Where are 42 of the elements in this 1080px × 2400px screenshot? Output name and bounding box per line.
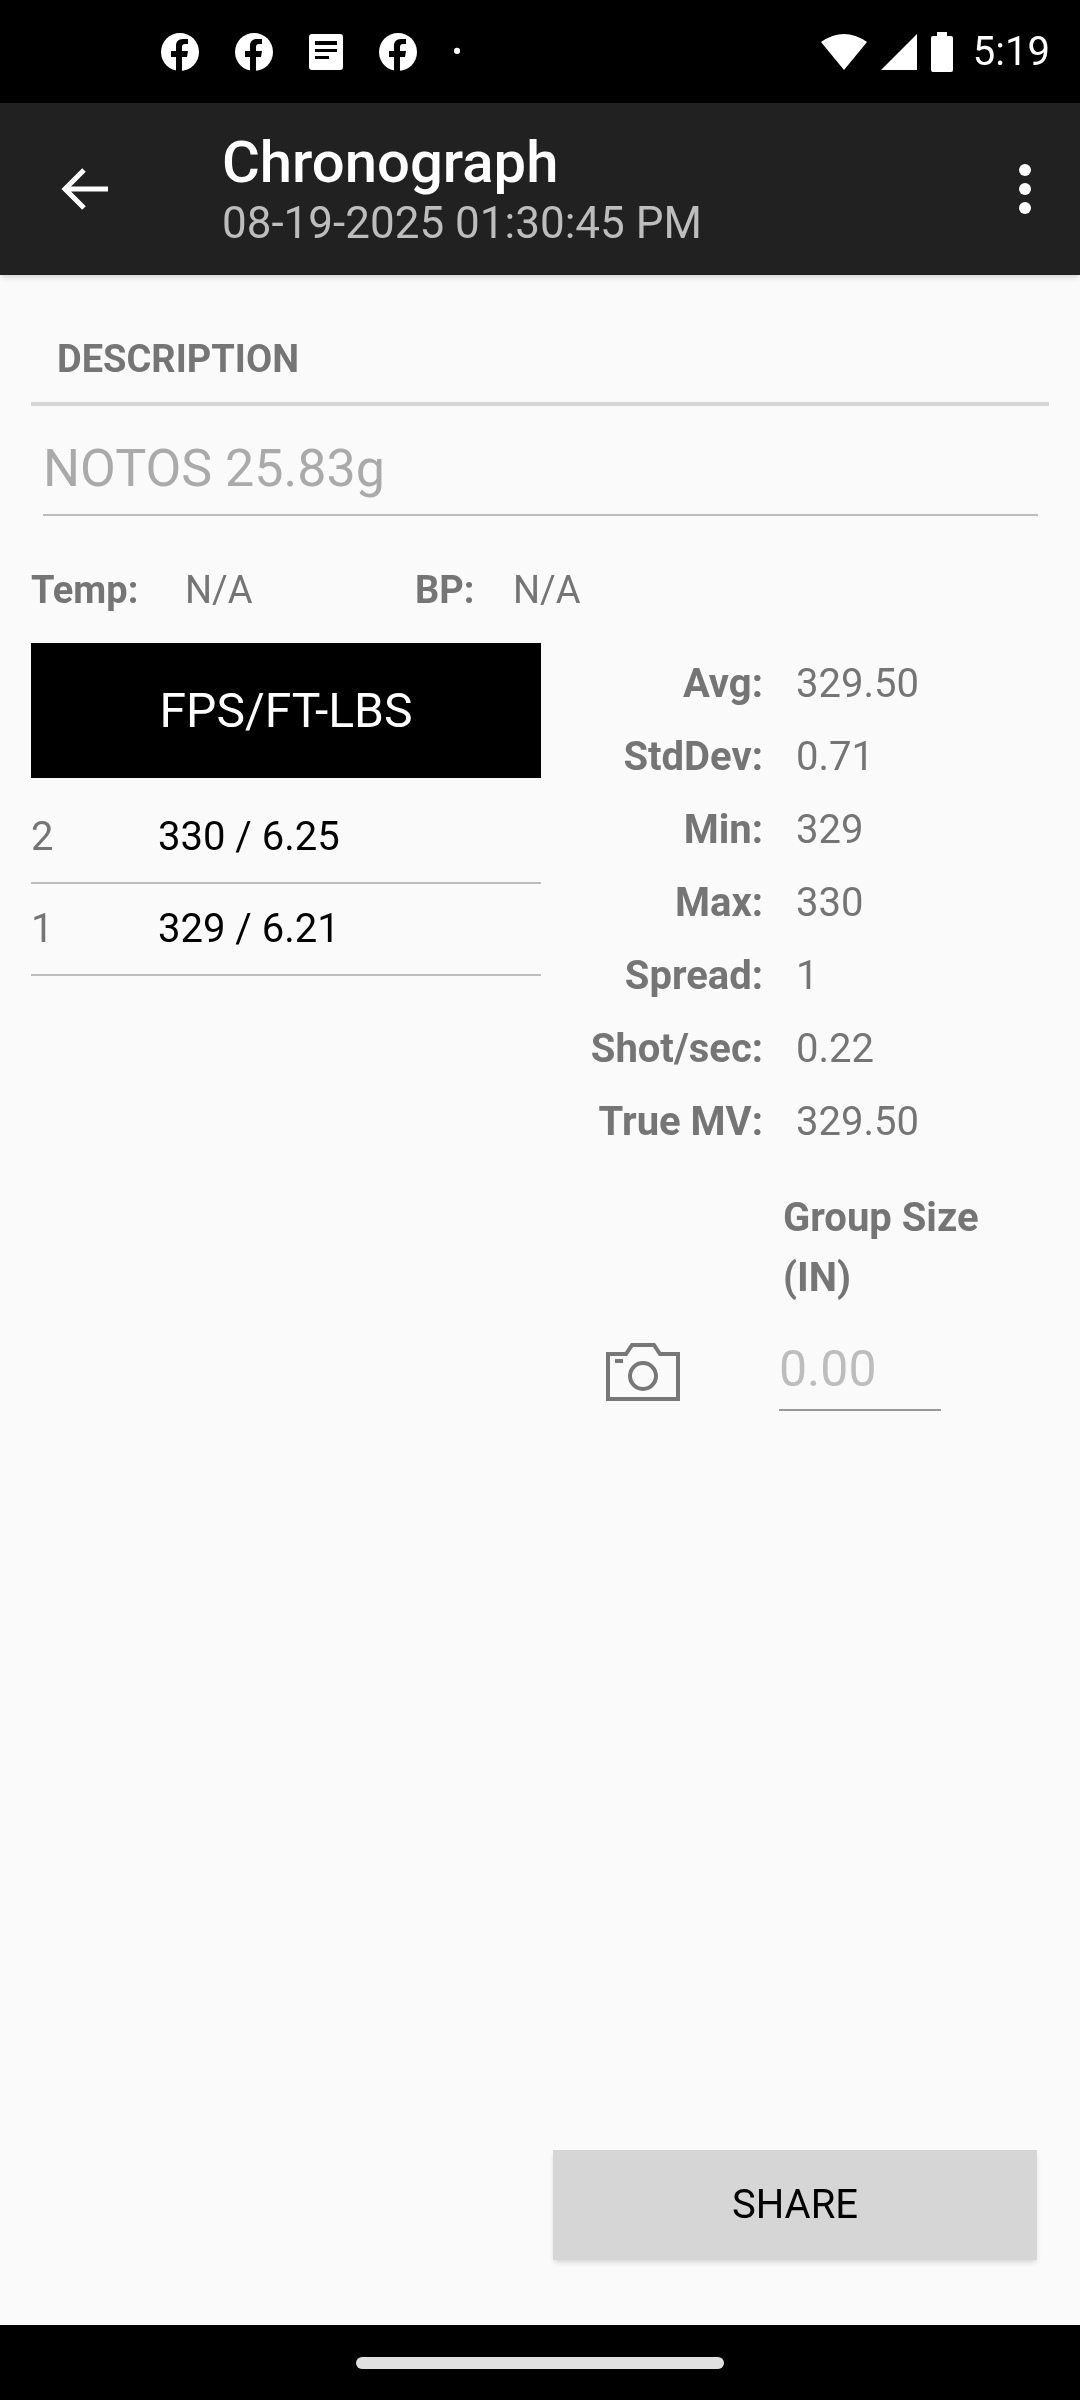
condition-label: Temp: [31, 567, 140, 614]
stat-value: 329 [796, 804, 864, 855]
camera-icon[interactable] [605, 1341, 681, 1402]
stat-value: 329.50 [796, 1096, 919, 1147]
group-size-field[interactable]: 0.00 [779, 1332, 941, 1411]
shot-number: 1 [31, 904, 55, 954]
share-button[interactable]: SHARE [553, 2150, 1037, 2260]
condition-label: BP: [415, 567, 476, 614]
stat-value: 0.22 [796, 1023, 874, 1074]
shot-number: 2 [31, 812, 55, 862]
document-icon [308, 32, 344, 71]
stat-value: 0.71 [796, 731, 874, 782]
facebook-icon [378, 31, 418, 72]
screen-title: Chronograph [222, 128, 560, 196]
group-size-label: Group Size (IN) [783, 1193, 980, 1303]
wifi-icon [820, 33, 867, 70]
stat-label: Shot/sec: [589, 1023, 763, 1074]
stat-label: Avg: [681, 658, 763, 709]
units-header: FPS/FT-LBS [31, 643, 541, 778]
facebook-icon [234, 31, 274, 72]
stat-value: 329.50 [796, 658, 919, 709]
section-heading: DESCRIPTION [57, 337, 299, 381]
stat-value: 330 [796, 877, 864, 928]
stat-label: Min: [682, 804, 763, 855]
facebook-icon [160, 31, 200, 72]
back-arrow-icon [60, 167, 110, 211]
stat-label: StdDev: [622, 731, 763, 782]
signal-icon [880, 33, 917, 70]
shot-velocity-energy: 330 / 6.25 [158, 812, 340, 862]
battery-icon [930, 31, 953, 72]
clock-time: 5:19 [972, 26, 1050, 77]
screen-subtitle: 08-19-2025 01:30:45 PM [222, 196, 702, 250]
condition-value: N/A [513, 567, 581, 614]
condition-value: N/A [185, 567, 253, 614]
home-indicator[interactable] [356, 2356, 724, 2369]
more-options-icon [1019, 164, 1031, 214]
stat-value: 1 [796, 950, 819, 1001]
shot-velocity-energy: 329 / 6.21 [158, 904, 340, 954]
stat-label: Spread: [623, 950, 763, 1001]
stat-label: Max: [673, 877, 763, 928]
notification-dot: • [452, 33, 463, 71]
stat-label: True MV: [597, 1096, 763, 1147]
